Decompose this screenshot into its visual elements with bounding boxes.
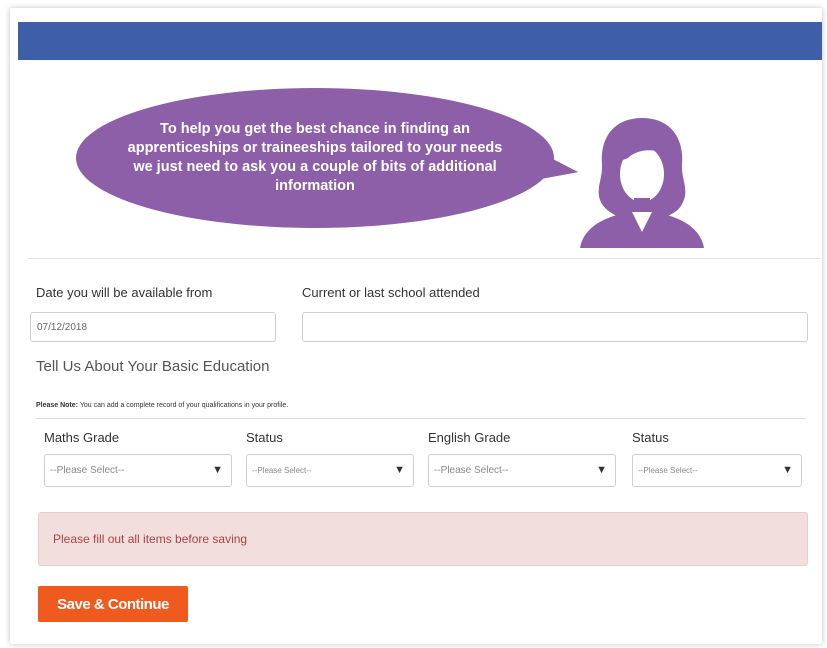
- english-grade-label: English Grade: [428, 430, 511, 445]
- english-grade-select[interactable]: --Please Select-- ▼: [428, 454, 616, 487]
- note-text: You can add a complete record of your qu…: [78, 402, 289, 409]
- maths-grade-value: --Please Select--: [50, 465, 125, 476]
- date-available-label: Date you will be available from: [36, 285, 213, 300]
- caret-down-icon: ▼: [596, 464, 607, 476]
- validation-alert: Please fill out all items before saving: [38, 512, 808, 566]
- speech-bubble: To help you get the best chance in findi…: [76, 88, 554, 228]
- maths-status-value: --Please Select--: [252, 466, 312, 475]
- basic-education-title: Tell Us About Your Basic Education: [36, 358, 270, 375]
- maths-grade-select[interactable]: --Please Select-- ▼: [44, 454, 232, 487]
- caret-down-icon: ▼: [782, 464, 793, 476]
- english-status-value: --Please Select--: [638, 466, 698, 475]
- caret-down-icon: ▼: [212, 464, 223, 476]
- education-divider: [36, 418, 806, 419]
- speech-bubble-text: To help you get the best chance in findi…: [127, 121, 503, 194]
- maths-grade-label: Maths Grade: [44, 430, 120, 445]
- maths-status-select[interactable]: --Please Select-- ▼: [246, 454, 414, 487]
- header-bar: [18, 22, 822, 60]
- english-status-label: Status: [632, 430, 669, 445]
- date-available-value: 07/12/2018: [37, 321, 88, 333]
- school-attended-label: Current or last school attended: [302, 285, 480, 300]
- save-continue-button[interactable]: Save & Continue: [38, 586, 188, 622]
- english-status-select[interactable]: --Please Select-- ▼: [632, 454, 802, 487]
- date-available-input[interactable]: 07/12/2018: [30, 312, 276, 342]
- maths-status-label: Status: [246, 430, 283, 445]
- section-divider: [28, 258, 820, 259]
- note-prefix: Please Note:: [36, 402, 79, 409]
- woman-avatar-icon: [580, 118, 704, 248]
- english-grade-value: --Please Select--: [434, 465, 509, 476]
- qualifications-note: Please Note: You can add a complete reco…: [36, 402, 288, 409]
- caret-down-icon: ▼: [394, 464, 405, 476]
- validation-alert-text: Please fill out all items before saving: [53, 532, 248, 546]
- school-attended-input[interactable]: [302, 312, 808, 342]
